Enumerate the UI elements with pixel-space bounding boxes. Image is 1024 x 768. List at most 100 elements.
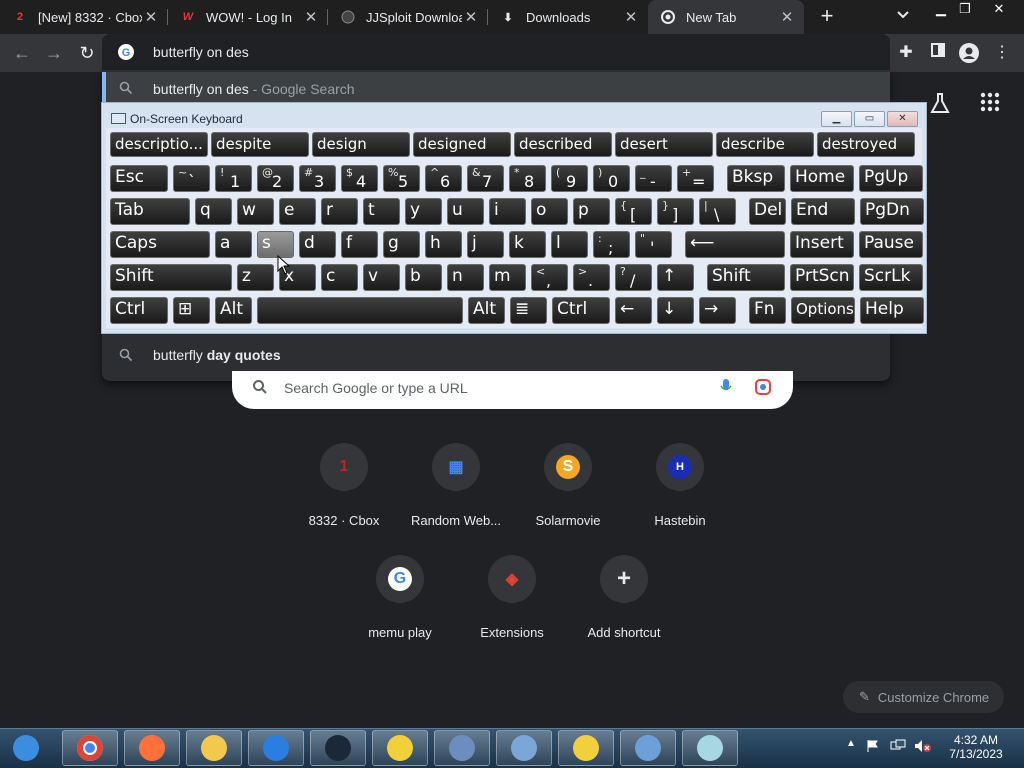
key-i[interactable]: i — [489, 198, 526, 225]
key-5[interactable]: % 5 — [383, 165, 420, 192]
key-symbol[interactable]: <, — [531, 264, 568, 291]
key-symbol[interactable]: ↓ — [657, 297, 694, 324]
key-f[interactable]: f — [341, 231, 378, 258]
start-orb-icon[interactable] — [0, 730, 52, 766]
key-symbol[interactable]: {[ — [615, 198, 652, 225]
tab-wow[interactable]: W WOW! - Log In ✕ — [168, 0, 328, 34]
key-r[interactable]: r — [321, 198, 358, 225]
key-symbol[interactable]: " ' — [635, 231, 672, 258]
steam-icon[interactable] — [310, 730, 366, 766]
tab-cbox[interactable]: 2 [New] 8332 · Cbox ✕ — [0, 0, 168, 34]
back-arrow-icon[interactable]: ← — [11, 42, 33, 64]
file-explorer-icon[interactable] — [186, 730, 242, 766]
address-bar-text[interactable]: butterfly on des — [153, 44, 249, 60]
chrome-icon[interactable] — [62, 730, 118, 766]
key-symbol[interactable]: → — [699, 297, 736, 324]
prediction-key[interactable]: design — [312, 132, 410, 157]
norton-icon[interactable] — [558, 730, 614, 766]
key-a[interactable]: a — [215, 231, 252, 258]
key-caps[interactable]: Caps — [110, 231, 210, 258]
close-tab-icon[interactable]: ✕ — [778, 8, 796, 26]
tab-search-chevron-icon[interactable] — [896, 8, 914, 26]
key-space[interactable] — [257, 297, 463, 324]
voice-search-mic-icon[interactable] — [720, 378, 732, 401]
prediction-key[interactable]: destroyed — [817, 132, 915, 157]
key-8[interactable]: * 8 — [509, 165, 546, 192]
key-alt[interactable]: Alt — [215, 297, 252, 324]
key-z[interactable]: z — [237, 264, 274, 291]
key-alt[interactable]: Alt — [468, 297, 505, 324]
search-placeholder[interactable]: Search Google or type a URL — [284, 380, 468, 396]
key-9[interactable]: (9 — [551, 165, 588, 192]
volume-muted-icon[interactable] — [914, 739, 932, 758]
close-tab-icon[interactable]: ✕ — [142, 8, 160, 26]
key-scrlk[interactable]: ScrLk — [859, 264, 923, 291]
key-c[interactable]: c — [321, 264, 358, 291]
shield-icon[interactable] — [496, 730, 552, 766]
key-l[interactable]: l — [551, 231, 588, 258]
key-ctrl[interactable]: Ctrl — [552, 297, 610, 324]
customize-chrome-button[interactable]: ✎ Customize Chrome — [843, 681, 1004, 713]
action-center-flag-icon[interactable] — [866, 739, 880, 758]
shortcut-tile[interactable]: 1 8332 · Cbox — [288, 443, 400, 528]
key-q[interactable]: q — [195, 198, 232, 225]
key-o[interactable]: o — [531, 198, 568, 225]
key-symbol[interactable]: }] — [657, 198, 694, 225]
remote-desktop-icon[interactable] — [620, 730, 676, 766]
key-4[interactable]: $4 — [341, 165, 378, 192]
key-symbol[interactable]: :; — [593, 231, 630, 258]
osk-maximize-icon[interactable]: ▭ — [854, 111, 885, 127]
key-m[interactable]: m — [489, 264, 526, 291]
thunderbird-icon[interactable] — [248, 730, 304, 766]
key-3[interactable]: #3 — [299, 165, 336, 192]
osk-close-icon[interactable]: ✕ — [887, 111, 918, 127]
key-p[interactable]: p — [573, 198, 610, 225]
key-symbol[interactable]: ↑ — [657, 264, 694, 291]
key-e[interactable]: e — [279, 198, 316, 225]
key-j[interactable]: j — [467, 231, 504, 258]
suggestion-text[interactable]: butterfly day quotes — [153, 347, 281, 363]
close-tab-icon[interactable]: ✕ — [622, 8, 640, 26]
key-pgdn[interactable]: PgDn — [860, 198, 924, 225]
key-shift[interactable]: Shift — [707, 264, 785, 291]
key-pause[interactable]: Pause — [859, 231, 923, 258]
tab-jjsploit[interactable]: JJSploit Download ✕ — [328, 0, 488, 34]
key-1[interactable]: ! 1 — [215, 165, 252, 192]
key-symbol[interactable]: ⊞ — [173, 297, 210, 324]
key-shift[interactable]: Shift — [110, 264, 232, 291]
key-help[interactable]: Help — [860, 297, 924, 324]
key-prtscn[interactable]: PrtScn — [790, 264, 854, 291]
key-0[interactable]: ) 0 — [593, 165, 630, 192]
key-k[interactable]: k — [509, 231, 546, 258]
side-panel-icon[interactable] — [928, 43, 948, 63]
key-g[interactable]: g — [383, 231, 420, 258]
key-symbol[interactable]: >. — [573, 264, 610, 291]
key-end[interactable]: End — [791, 198, 855, 225]
forward-arrow-icon[interactable]: → — [43, 42, 65, 64]
prediction-key[interactable]: desert — [615, 132, 713, 157]
key-esc[interactable]: Esc — [110, 165, 168, 192]
control-panel-icon[interactable] — [434, 730, 490, 766]
key-tab[interactable]: Tab — [110, 198, 190, 225]
key-v[interactable]: v — [363, 264, 400, 291]
key-symbol[interactable]: | \ — [699, 198, 736, 225]
key-pgup[interactable]: PgUp — [859, 165, 923, 192]
key-y[interactable]: y — [405, 198, 442, 225]
prediction-key[interactable]: described — [514, 132, 612, 157]
key-n[interactable]: n — [447, 264, 484, 291]
prediction-key[interactable]: describe — [716, 132, 814, 157]
key-7[interactable]: & 7 — [467, 165, 504, 192]
key-2[interactable]: @2 — [257, 165, 294, 192]
reload-icon[interactable]: ↻ — [76, 42, 98, 64]
key-home[interactable]: Home — [790, 165, 854, 192]
key-w[interactable]: w — [237, 198, 274, 225]
key-symbol[interactable]: ~ ` — [173, 165, 210, 192]
profile-avatar-icon[interactable] — [959, 43, 979, 63]
extensions-puzzle-icon[interactable]: ✚ — [896, 43, 916, 63]
new-tab-button[interactable]: + — [816, 5, 838, 27]
osk-minimize-icon[interactable]: ▁ — [821, 111, 852, 127]
prediction-key[interactable]: designed — [413, 132, 511, 157]
key-h[interactable]: h — [425, 231, 462, 258]
google-lens-icon[interactable] — [755, 379, 771, 400]
key-symbol[interactable]: ≣ — [510, 297, 547, 324]
